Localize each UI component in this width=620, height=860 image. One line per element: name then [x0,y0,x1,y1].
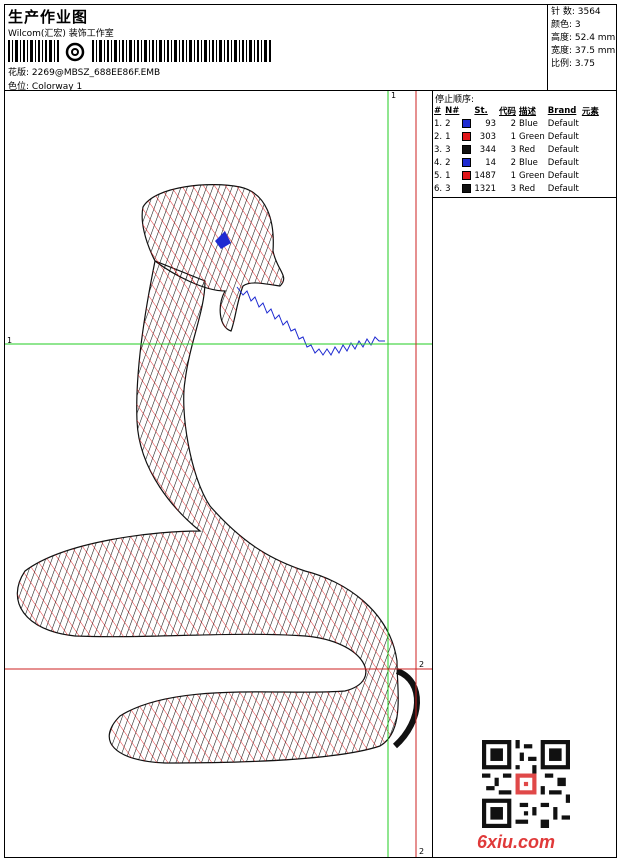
design-height: 高度: 52.4 mm [551,33,616,43]
stats-panel: 针 数: 3564 颜色: 3 高度: 52.4 mm 宽度: 37.5 mm … [548,5,616,91]
guide-label: 1 [7,336,13,345]
color-description: Blue [519,157,538,168]
element-cell [582,156,602,169]
element-cell [582,169,602,182]
needle-number: 3 [445,183,451,194]
thread-brand: Default [547,131,579,142]
color-description: Green [519,170,545,181]
design-file: 2269@MBSZ_688EE86F.EMB [31,68,161,78]
thread-brand: Default [547,118,579,129]
qr-code-icon [482,740,570,828]
color-code: 2 [510,157,517,168]
stitch-count: 344 [479,144,497,155]
stop-sequence-panel: 停止顺序: # N# St. 代码 描述 Brand 元素 1. 2 93 2 Blue… [432,91,616,198]
row-index: 1. [434,118,443,129]
color-description: Blue [519,118,538,129]
page-title: 生产作业图 [8,8,89,26]
guide-label: 2 [419,660,425,669]
header: 生产作业图 Wilcom(汇宏) 装饰工作室 花版: 2269@MBSZ_688… [5,5,548,92]
color-swatch [462,118,472,128]
color-code: 2 [510,118,517,129]
thread-brand: Default [547,157,579,168]
element-cell [582,130,602,143]
color-swatch [462,183,472,193]
design-width: 宽度: 37.5 mm [551,46,616,56]
snake-tongue [236,286,385,356]
swatch-cell [462,182,474,195]
color-swatch [462,170,472,180]
color-code: 3 [510,183,517,194]
color-code: 3 [510,144,517,155]
barcode-icon [8,40,271,62]
snake-body-pattern [17,261,399,763]
color-description: Green [519,131,545,142]
color-description: Red [519,144,536,155]
thread-brand: Default [547,144,579,155]
element-cell [582,182,602,195]
stitch-count: 93 [485,118,497,129]
color-code: 1 [510,170,517,181]
stitch-count: 1487 [474,170,497,181]
design-label: 花版: [8,68,30,78]
swatch-cell [462,130,474,143]
color-description: Red [519,183,536,194]
stop-sequence-table: # N# St. 代码 描述 Brand 元素 1. 2 93 2 Blue Defaul… [434,105,602,195]
table-row: 1. 2 93 2 Blue Default [434,117,602,130]
col-header: 描述 [519,107,537,117]
needle-number: 2 [445,157,451,168]
col-header: St. [474,106,488,116]
row-index: 3. [434,144,443,155]
guide-label: 1 [391,91,397,100]
swatch-cell [462,143,474,156]
element-cell [582,117,602,130]
needle-number: 3 [445,144,451,155]
col-header: Brand [547,106,577,116]
worksheet-frame: 生产作业图 Wilcom(汇宏) 装饰工作室 花版: 2269@MBSZ_688… [4,4,617,858]
needle-number: 1 [445,170,451,181]
thread-brand: Default [547,183,579,194]
thread-brand: Default [547,170,579,181]
swatch-cell [462,117,474,130]
embroidery-canvas [5,91,432,857]
color-code: 1 [510,131,517,142]
table-row: 4. 2 14 2 Blue Default [434,156,602,169]
swatch-cell [462,169,474,182]
stop-sequence-title: 停止顺序: [435,95,475,105]
row-index: 6. [434,183,443,194]
stitch-count: 14 [485,157,497,168]
col-header: 元素 [581,107,599,117]
stitch-count: 1321 [474,183,497,194]
panel-divider [432,198,433,857]
element-cell [582,143,602,156]
needle-number: 2 [445,118,451,129]
col-header: 代码 [499,107,517,117]
table-row: 2. 1 303 1 Green Default [434,130,602,143]
company-name: Wilcom(汇宏) 装饰工作室 [8,29,114,39]
swatch-cell [462,156,474,169]
col-header [462,105,474,117]
row-index: 5. [434,170,443,181]
guide-label: 2 [419,847,425,856]
watermark-logo: 6xiu.com [477,832,556,852]
table-row: 3. 3 344 3 Red Default [434,143,602,156]
color-swatch [462,157,472,167]
row-index: 2. [434,131,443,142]
snake-design [16,184,420,764]
design-scale: 比例: 3.75 [551,59,595,69]
color-swatch [462,144,472,154]
table-row: 6. 3 1321 3 Red Default [434,182,602,195]
table-header-row: # N# St. 代码 描述 Brand 元素 [434,105,602,117]
col-header: # [434,106,442,116]
col-header: N# [445,106,460,116]
stitch-count: 303 [479,131,497,142]
color-count: 颜色: 3 [551,20,581,30]
stitch-count: 针 数: 3564 [551,7,601,17]
needle-number: 1 [445,131,451,142]
row-index: 4. [434,157,443,168]
table-row: 5. 1 1487 1 Green Default [434,169,602,182]
design-file-line: 花版: 2269@MBSZ_688EE86F.EMB [8,65,160,78]
color-swatch [462,131,472,141]
